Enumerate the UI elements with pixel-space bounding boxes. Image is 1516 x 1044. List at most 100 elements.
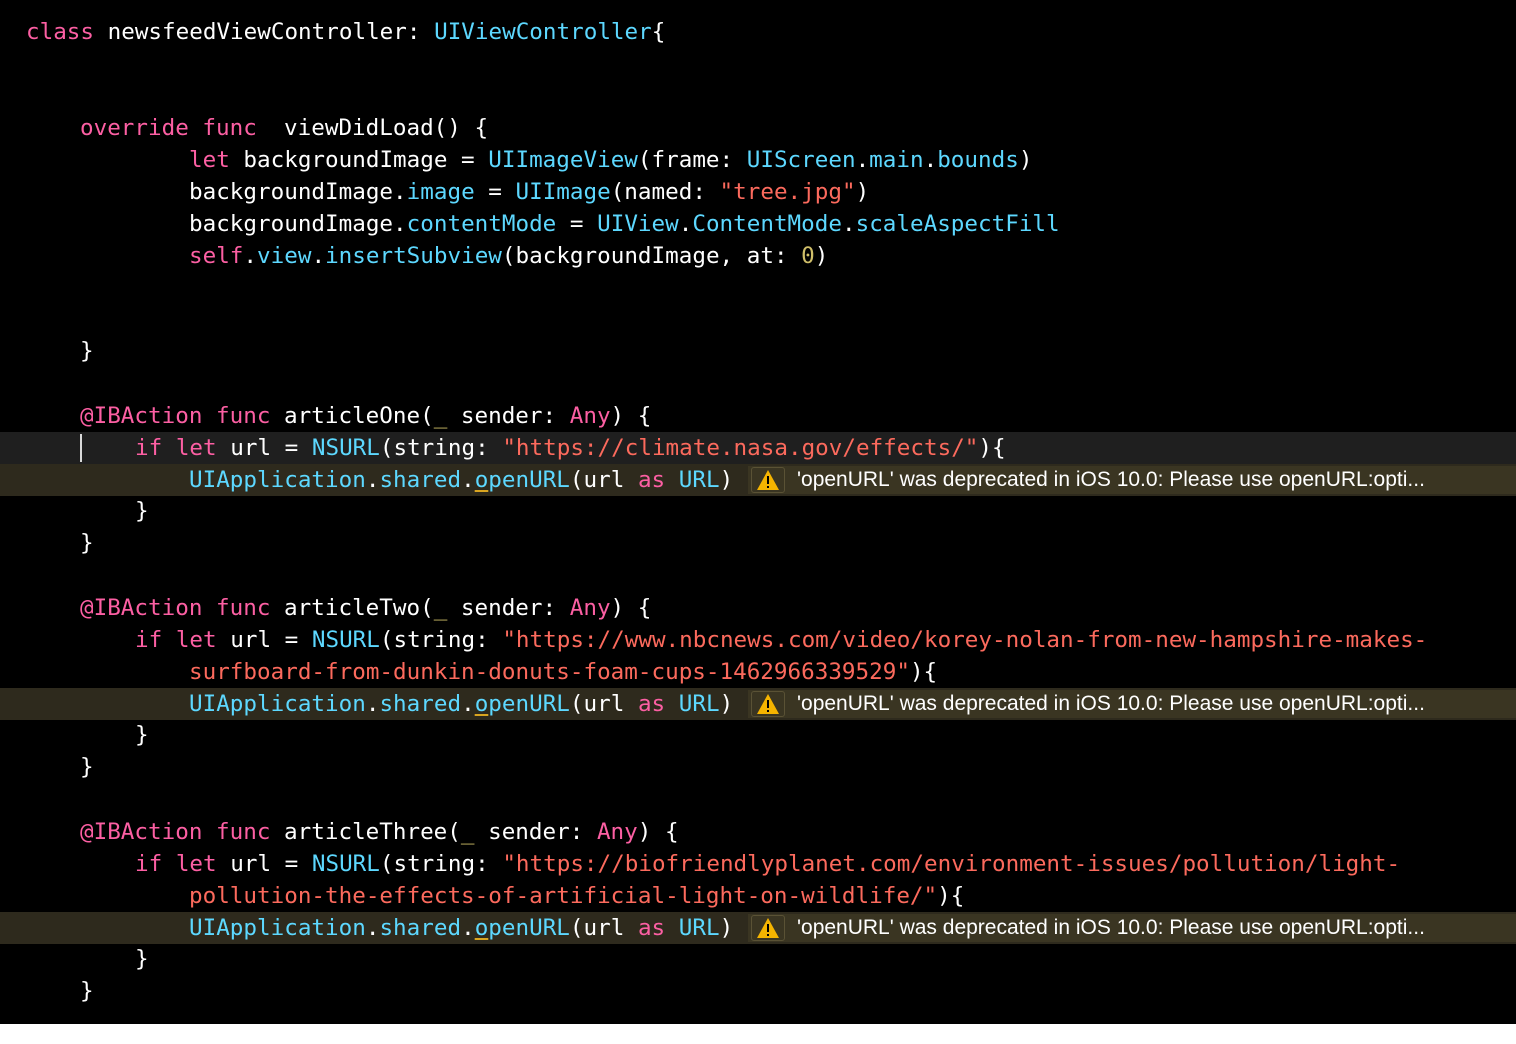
code-token: sender: <box>474 819 597 845</box>
code-token: override <box>80 115 189 141</box>
code-token: UIApplication <box>189 467 366 493</box>
code-token: backgroundImage = <box>229 147 489 173</box>
deprecation-warning[interactable]: 'openURL' was deprecated in iOS 10.0: Pl… <box>748 914 1516 942</box>
deprecation-warning[interactable]: 'openURL' was deprecated in iOS 10.0: Pl… <box>748 690 1516 718</box>
code-token: (named: <box>610 179 720 205</box>
code-token: scaleAspectFill <box>855 211 1060 237</box>
code-token: ) <box>855 179 870 205</box>
code-line-wrapped: pollution-the-effects-of-artificial-ligh… <box>0 880 1516 912</box>
code-token: insertSubview <box>325 243 502 269</box>
code-token: o <box>474 915 489 941</box>
code-token: penURL <box>488 915 570 941</box>
code-token: } <box>80 754 94 780</box>
code-token: articleTwo( <box>270 595 434 621</box>
code-line-viewdidload-signature: override func viewDidLoad() { <box>0 112 1516 144</box>
code-line-articlethree-signature: @IBAction func articleThree(_ sender: An… <box>0 816 1516 848</box>
code-token: "https://climate.nasa.gov/effects/" <box>502 435 979 461</box>
code-token: as <box>637 467 666 493</box>
code-token: shared <box>379 915 462 941</box>
code-token: . <box>841 211 856 237</box>
code-token: ) <box>719 467 734 493</box>
code-token: ) { <box>610 595 652 621</box>
code-token: func <box>188 115 257 141</box>
code-token: UIApplication <box>189 915 366 941</box>
code-editor[interactable]: class newsfeedViewController: UIViewCont… <box>0 0 1516 1024</box>
code-token: if <box>135 435 163 461</box>
code-line: if let url = NSURL(string: "https://biof… <box>0 848 1516 880</box>
code-token: _ <box>433 403 448 429</box>
code-token: Any <box>569 403 611 429</box>
code-line: backgroundImage.contentMode = UIView.Con… <box>0 208 1516 240</box>
code-token: newsfeedViewController: <box>94 19 435 45</box>
code-token: . <box>243 243 258 269</box>
code-token: url = <box>216 435 312 461</box>
code-token: { <box>651 19 666 45</box>
code-token: = <box>556 211 598 237</box>
code-token: = <box>474 179 516 205</box>
code-token: (string: <box>379 851 503 877</box>
warning-message: 'openURL' was deprecated in iOS 10.0: Pl… <box>797 468 1425 491</box>
code-token: . <box>855 147 870 173</box>
code-token: _ <box>460 819 475 845</box>
code-line-current[interactable]: if let url = NSURL(string: "https://clim… <box>0 432 1516 464</box>
code-token: backgroundImage. <box>189 179 407 205</box>
code-token: ) <box>719 915 734 941</box>
code-token: o <box>474 467 489 493</box>
code-line-with-warning: UIApplication.shared.openURL(url as URL)… <box>0 464 1516 496</box>
code-token: func <box>202 403 271 429</box>
code-token: let <box>189 147 230 173</box>
code-token: contentMode <box>406 211 557 237</box>
code-token: NSURL <box>311 435 380 461</box>
warning-triangle-icon <box>751 691 785 717</box>
deprecation-warning[interactable]: 'openURL' was deprecated in iOS 10.0: Pl… <box>748 466 1516 494</box>
code-token: bounds <box>937 147 1019 173</box>
code-token: let <box>162 851 217 877</box>
code-token: (url <box>569 467 638 493</box>
code-token: } <box>135 498 149 524</box>
code-line: } <box>0 527 1516 559</box>
code-token: NSURL <box>311 627 380 653</box>
code-token: if <box>135 851 163 877</box>
code-token: as <box>637 915 666 941</box>
code-token: . <box>365 467 380 493</box>
code-token: articleOne( <box>270 403 434 429</box>
code-line: } <box>0 495 1516 527</box>
code-line-wrapped: surfboard-from-dunkin-donuts-foam-cups-1… <box>0 656 1516 688</box>
code-token: sender: <box>447 595 570 621</box>
warning-message: 'openURL' was deprecated in iOS 10.0: Pl… <box>797 692 1425 715</box>
code-line: } <box>0 335 1516 367</box>
code-token: func <box>202 595 271 621</box>
code-token: . <box>461 467 475 493</box>
code-token: class <box>26 19 95 45</box>
code-token: as <box>637 691 666 717</box>
code-line: backgroundImage.image = UIImage(named: "… <box>0 176 1516 208</box>
code-token: view <box>257 243 312 269</box>
code-token: 0 <box>801 243 815 269</box>
code-token: url = <box>216 851 312 877</box>
code-line-with-warning: UIApplication.shared.openURL(url as URL)… <box>0 688 1516 720</box>
code-token: image <box>406 179 475 205</box>
code-token: Any <box>569 595 611 621</box>
code-token: func <box>202 819 271 845</box>
code-token: "tree.jpg" <box>719 179 856 205</box>
code-token: } <box>80 978 94 1004</box>
code-token: surfboard-from-dunkin-donuts-foam-cups-1… <box>189 659 910 685</box>
code-line-articletwo-signature: @IBAction func articleTwo(_ sender: Any)… <box>0 592 1516 624</box>
code-token: } <box>135 722 149 748</box>
text-cursor <box>80 434 82 462</box>
warning-triangle-icon <box>751 915 785 941</box>
code-token: self <box>189 243 244 269</box>
code-token: ){ <box>937 883 965 909</box>
code-token: . <box>365 691 380 717</box>
code-token: ContentMode <box>692 211 842 237</box>
code-token: . <box>365 915 380 941</box>
code-token: (frame: <box>637 147 747 173</box>
code-token: sender: <box>447 403 570 429</box>
code-token: (string: <box>379 435 503 461</box>
code-token: UIImage <box>515 179 611 205</box>
code-token: } <box>80 530 94 556</box>
code-token: viewDidLoad() { <box>256 115 489 141</box>
code-token: } <box>80 338 94 364</box>
